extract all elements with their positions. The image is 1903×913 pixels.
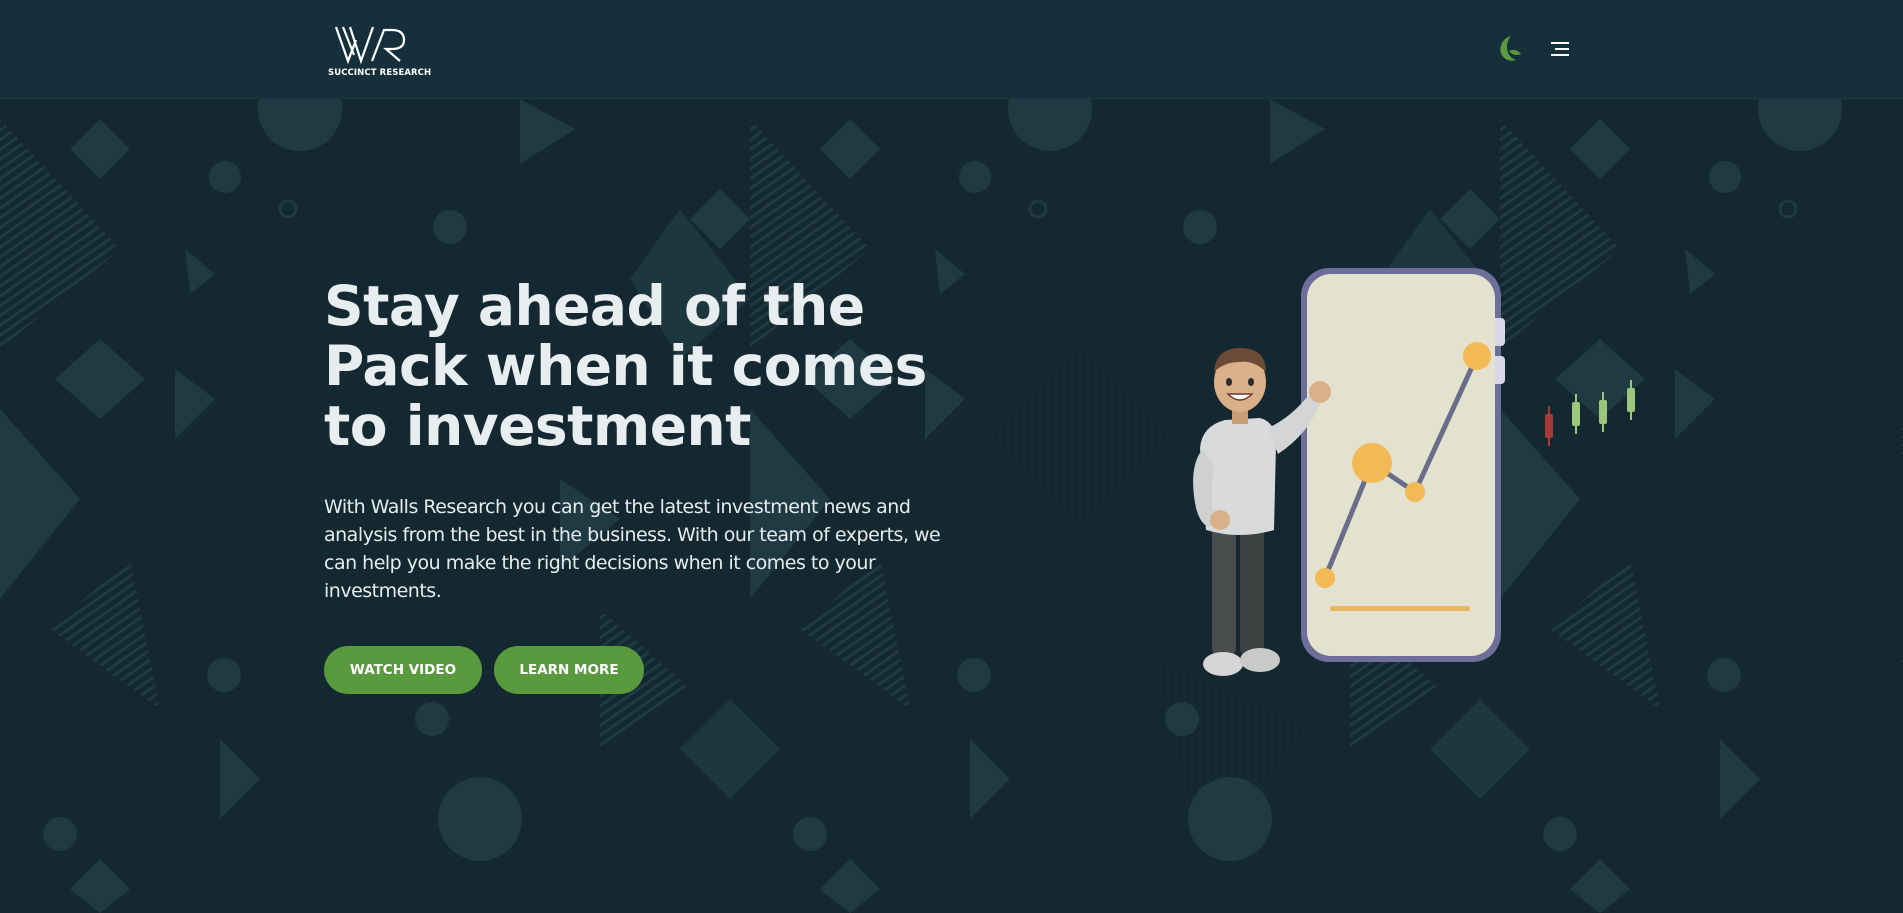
hero-section: Stay ahead of the Pack when it comes to …: [0, 99, 1903, 913]
screen-baseline: [1330, 606, 1470, 611]
landing-page: SUCCINCT RESEARCH Stay ahead of the Pack…: [0, 0, 1903, 913]
chart-dot: [1352, 443, 1392, 483]
brand-logo[interactable]: SUCCINCT RESEARCH: [328, 24, 432, 80]
candlestick-icons: [1545, 380, 1635, 446]
watch-video-button[interactable]: WATCH VIDEO: [324, 646, 482, 694]
chart-dot: [1405, 482, 1425, 502]
learn-more-button[interactable]: LEARN MORE: [494, 646, 644, 694]
brand-caption: SUCCINCT RESEARCH: [328, 68, 432, 78]
hero-title: Stay ahead of the Pack when it comes to …: [324, 274, 927, 458]
site-header: SUCCINCT RESEARCH: [0, 0, 1903, 99]
wr-monogram-icon: [334, 26, 406, 65]
moon-icon: [1500, 36, 1521, 61]
hero-description: With Walls Research you can get the late…: [324, 496, 941, 602]
character-presenting-phone-chart-illustration: [1193, 268, 1635, 676]
menu-button[interactable]: [1549, 40, 1571, 58]
phone-screen: [1307, 274, 1495, 656]
theme-toggle-button[interactable]: [1495, 34, 1523, 64]
chart-dot: [1315, 568, 1335, 588]
chart-dot: [1463, 342, 1491, 370]
hamburger-menu-icon: [1551, 42, 1569, 56]
